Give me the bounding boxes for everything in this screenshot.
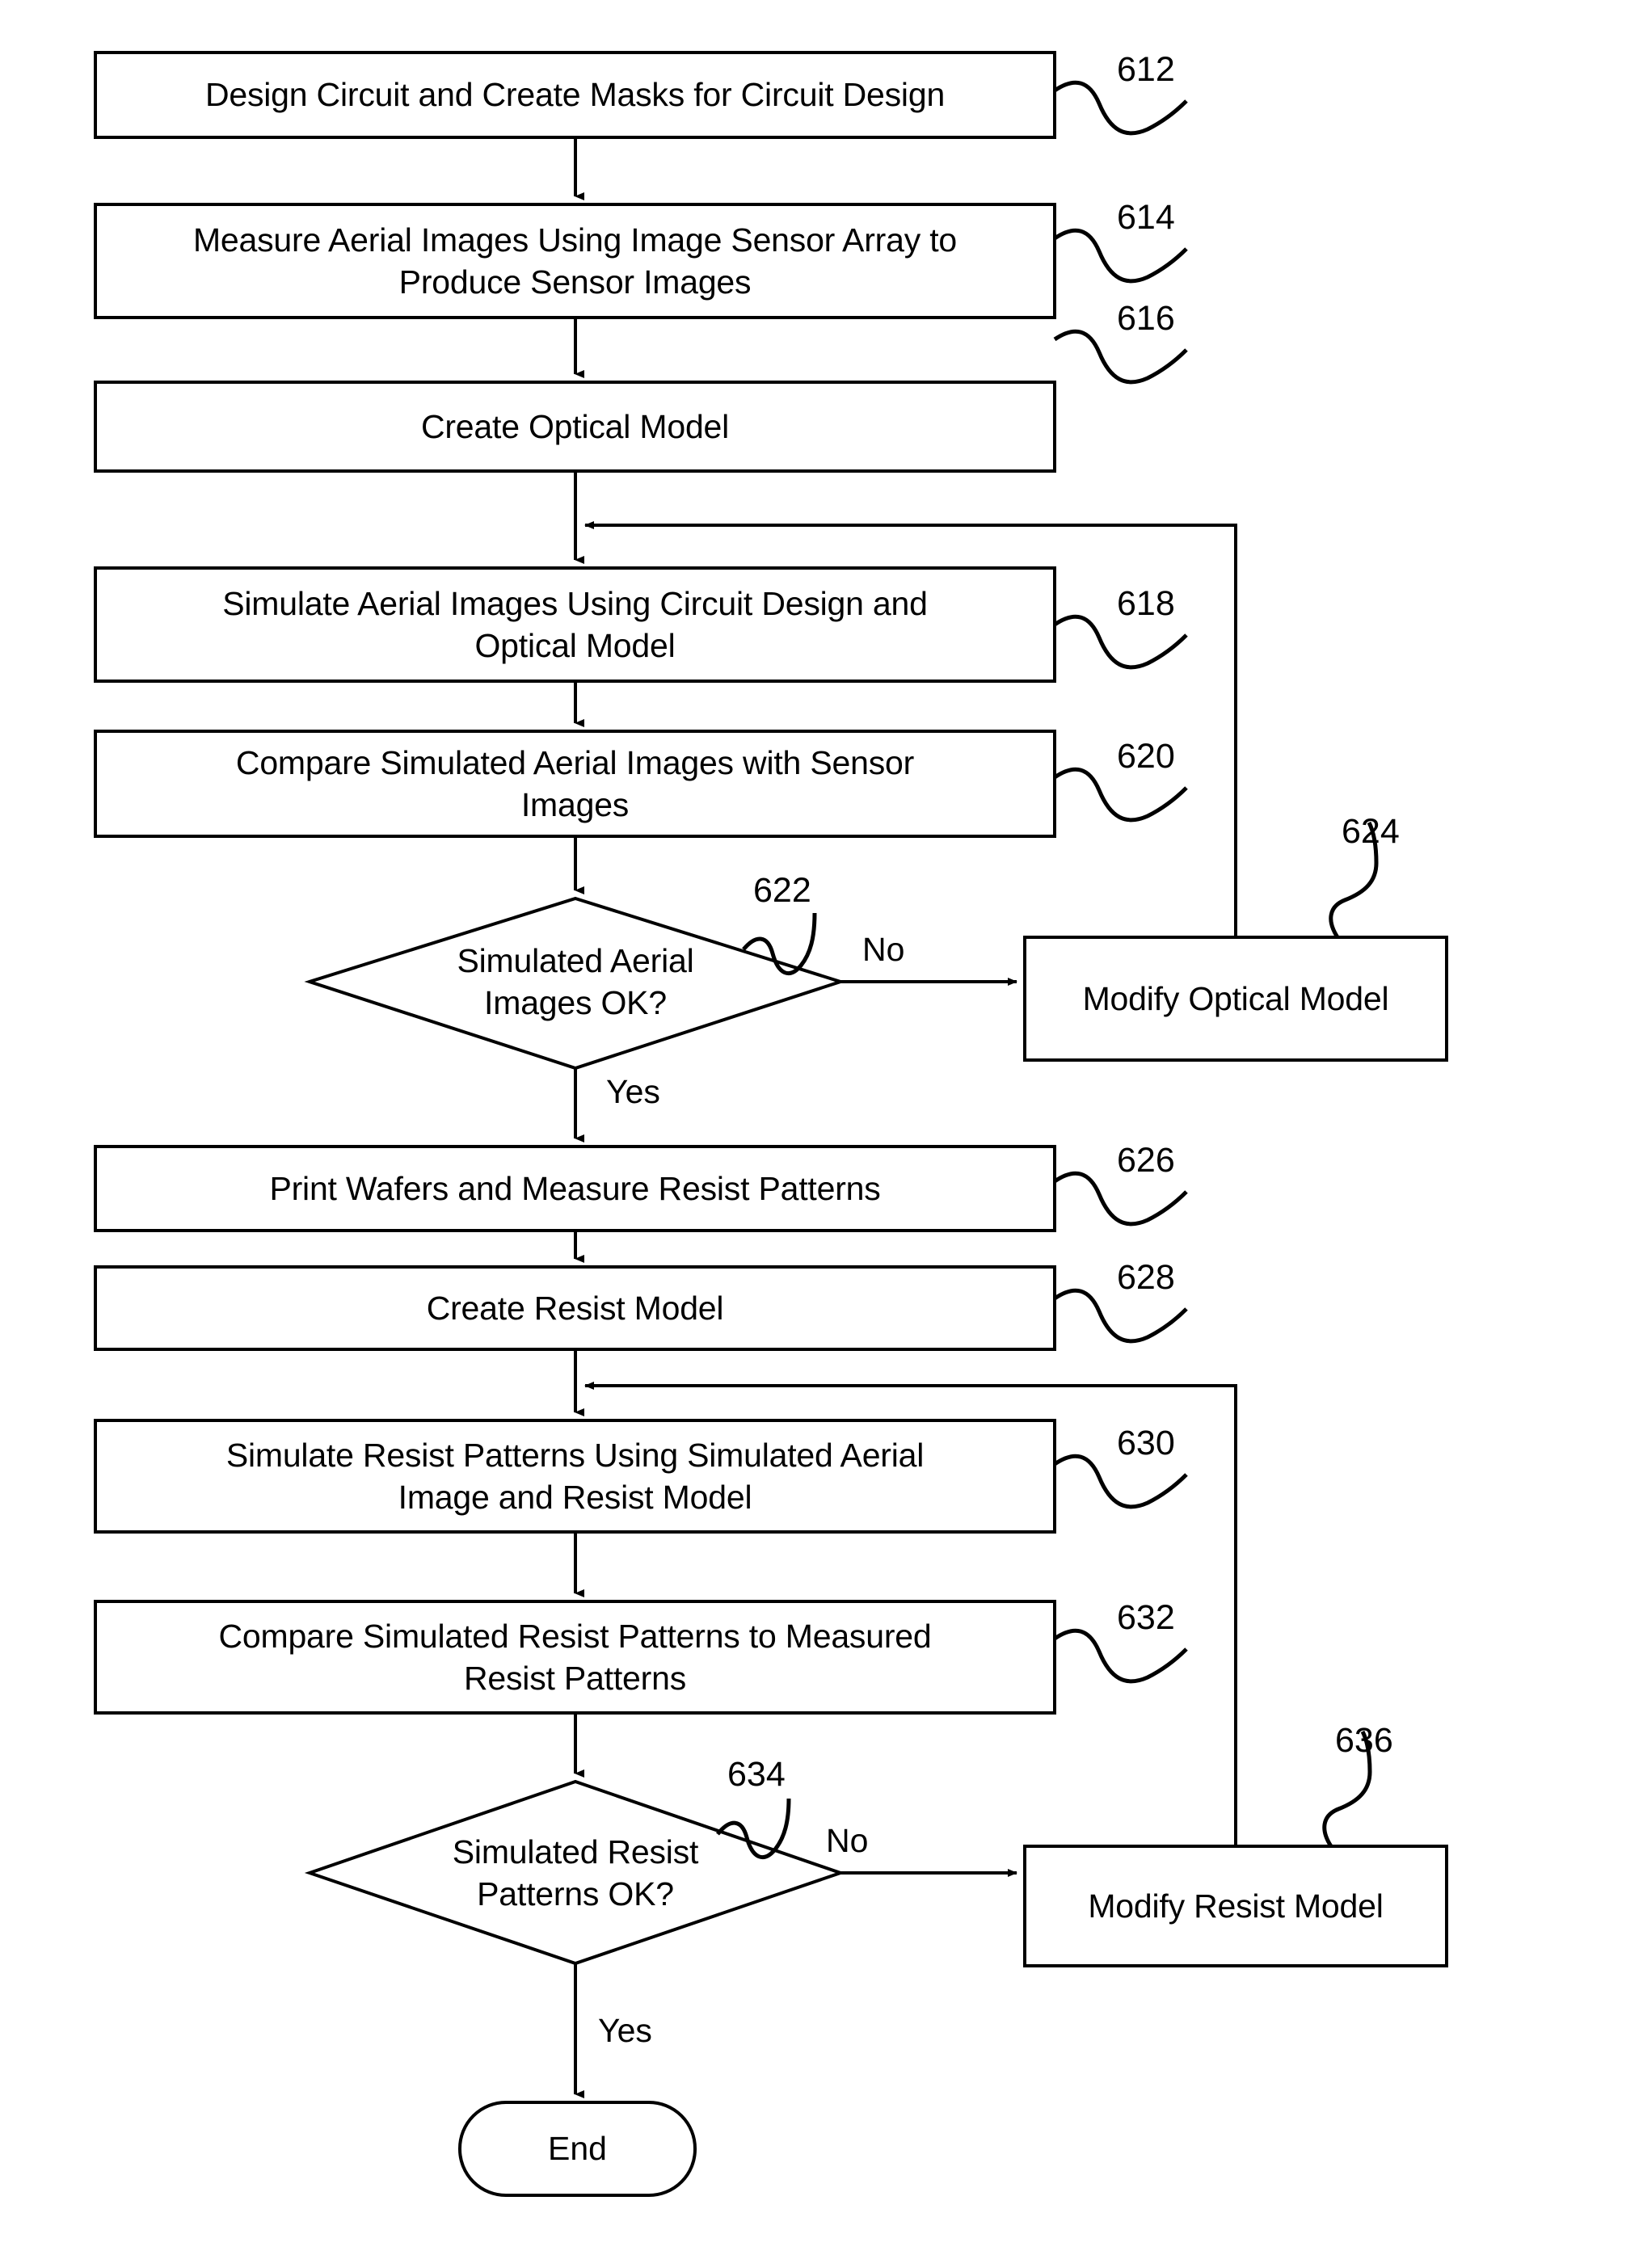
ref-leader-630: [1053, 1454, 1188, 1509]
decision-diamond-622: [304, 896, 846, 1071]
ref-number-630: 630: [1117, 1424, 1175, 1462]
flowchart-canvas: Design Circuit and Create Masks for Circ…: [0, 0, 1643, 2268]
edge-label-no-lower: No: [826, 1822, 869, 1859]
node-box-614: [94, 203, 1056, 319]
ref-leader-612: [1053, 80, 1188, 136]
ref-number-612: 612: [1117, 50, 1175, 89]
ref-number-626: 626: [1117, 1141, 1175, 1180]
node-box-620: [94, 730, 1056, 838]
node-box-628: [94, 1265, 1056, 1351]
edge-label-yes-upper: Yes: [606, 1073, 660, 1110]
node-box-616: [94, 381, 1056, 473]
decision-diamond-634: [304, 1779, 846, 1966]
ref-number-618: 618: [1117, 584, 1175, 623]
ref-leader-620: [1053, 767, 1188, 823]
ref-number-616: 616: [1117, 299, 1175, 338]
ref-number-624: 624: [1342, 812, 1400, 851]
ref-leader-616: [1053, 329, 1188, 385]
node-box-626: [94, 1145, 1056, 1232]
ref-leader-614: [1053, 228, 1188, 284]
ref-number-622: 622: [753, 871, 811, 910]
ref-number-628: 628: [1117, 1258, 1175, 1297]
ref-leader-628: [1053, 1288, 1188, 1344]
node-box-630: [94, 1419, 1056, 1534]
node-box-618: [94, 566, 1056, 683]
node-box-632: [94, 1600, 1056, 1715]
ref-leader-626: [1053, 1171, 1188, 1227]
node-box-636: [1023, 1845, 1448, 1967]
flowchart-graphics: [94, 51, 1448, 2197]
ref-leader-618: [1053, 614, 1188, 670]
ref-number-632: 632: [1117, 1598, 1175, 1637]
terminator-label-end-text: End: [548, 2130, 607, 2167]
ref-number-634: 634: [727, 1755, 786, 1794]
ref-number-620: 620: [1117, 737, 1175, 776]
node-box-612: [94, 51, 1056, 139]
terminator-label-end: End: [460, 2102, 695, 2195]
ref-number-614: 614: [1117, 198, 1175, 237]
ref-number-636: 636: [1335, 1721, 1393, 1760]
ref-leader-632: [1053, 1628, 1188, 1684]
edge-label-no-upper: No: [862, 931, 905, 968]
edge-label-yes-lower: Yes: [598, 2012, 652, 2049]
node-box-624: [1023, 936, 1448, 1062]
